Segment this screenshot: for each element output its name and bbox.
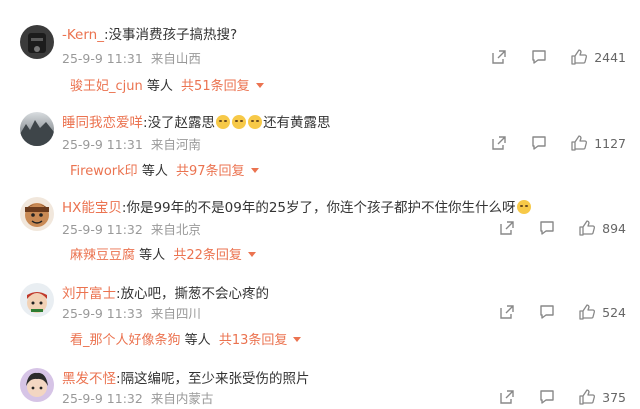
crying-emoji-icon bbox=[248, 115, 263, 129]
thumbs-up-icon[interactable] bbox=[570, 48, 588, 66]
reply-mid: 等人 bbox=[141, 164, 168, 179]
share-icon[interactable] bbox=[490, 48, 508, 66]
comment-text: HX能宝贝:你是99年的不是09年的25岁了，你连个孩子都护不住你生什么呀 bbox=[62, 198, 532, 218]
avatar[interactable] bbox=[20, 25, 54, 59]
share-icon[interactable] bbox=[498, 219, 516, 237]
crying-emoji-icon bbox=[216, 115, 231, 129]
comment-username[interactable]: 睡同我恋爱咩 bbox=[62, 115, 143, 131]
comment-username[interactable]: 黑发不怪 bbox=[62, 371, 116, 387]
reply-summary[interactable]: Firework印 等人 共97条回复 bbox=[70, 162, 259, 182]
like-count: 524 bbox=[602, 304, 626, 320]
thumbs-up-icon[interactable] bbox=[570, 134, 588, 152]
thumbs-up-icon[interactable] bbox=[578, 388, 596, 406]
reply-mid: 等人 bbox=[139, 248, 166, 263]
like-count: 2441 bbox=[594, 49, 626, 65]
reply-total[interactable]: 共22条回复 bbox=[173, 248, 242, 263]
comment-body: 放心吧，撕葱不会心疼的 bbox=[120, 286, 270, 302]
reply-total[interactable]: 共13条回复 bbox=[219, 333, 288, 348]
comment-icon[interactable] bbox=[530, 134, 548, 152]
comment-body: 没事消费孩子搞热搜? bbox=[108, 27, 238, 43]
reply-total[interactable]: 共51条回复 bbox=[181, 79, 250, 94]
comment-time: 25-9-9 11:32 bbox=[62, 222, 143, 237]
chevron-down-icon[interactable] bbox=[293, 337, 302, 342]
share-icon[interactable] bbox=[490, 134, 508, 152]
avatar[interactable] bbox=[20, 283, 54, 317]
reply-username[interactable]: Firework印 bbox=[70, 164, 138, 179]
reply-mid: 等人 bbox=[146, 79, 173, 94]
thumbs-up-icon[interactable] bbox=[578, 219, 596, 237]
chevron-down-icon[interactable] bbox=[247, 252, 256, 257]
like-count: 1127 bbox=[594, 135, 626, 151]
comment-time: 25-9-9 11:33 bbox=[62, 306, 143, 321]
comment-text: 黑发不怪:隔这编呢，至少来张受伤的照片 bbox=[62, 371, 310, 387]
reply-username[interactable]: 麻辣豆豆腐 bbox=[70, 248, 135, 263]
comment-username[interactable]: 刘开富士 bbox=[62, 286, 116, 302]
comment-username[interactable]: -Kern_ bbox=[62, 27, 104, 43]
comment-text: 睡同我恋爱咩:没了赵露思 还有黄露思 bbox=[62, 115, 331, 131]
comment-body: 没了赵露思 bbox=[147, 115, 216, 131]
comment-location: 来自四川 bbox=[150, 306, 201, 321]
comment-time: 25-9-9 11:31 bbox=[62, 51, 143, 66]
comment-location: 来自山西 bbox=[150, 51, 201, 66]
comment-time: 25-9-9 11:31 bbox=[62, 137, 143, 152]
chevron-down-icon[interactable] bbox=[255, 83, 264, 88]
reply-mid: 等人 bbox=[184, 333, 211, 348]
reply-username[interactable]: 骏王妃_cjun bbox=[70, 79, 143, 94]
comment-location: 来自内蒙古 bbox=[150, 391, 214, 406]
emoji-icon bbox=[516, 200, 531, 214]
comment-body: 你是99年的不是09年的25岁了，你连个孩子都护不住你生什么呀 bbox=[126, 200, 516, 216]
comment-actions: 894 bbox=[498, 219, 626, 237]
comment-meta: 25-9-9 11:32 来自内蒙古 bbox=[62, 390, 213, 408]
comment-actions: 375 bbox=[498, 388, 626, 406]
comment-username[interactable]: HX能宝贝 bbox=[62, 200, 122, 216]
comment-icon[interactable] bbox=[530, 48, 548, 66]
reply-total[interactable]: 共97条回复 bbox=[176, 164, 245, 179]
comment-meta: 25-9-9 11:32 来自北京 bbox=[62, 221, 201, 239]
comment-actions: 1127 bbox=[490, 134, 626, 152]
comment-text: -Kern_:没事消费孩子搞热搜? bbox=[62, 27, 238, 43]
like-count: 375 bbox=[602, 389, 626, 405]
share-icon[interactable] bbox=[498, 388, 516, 406]
comment-text: 刘开富士:放心吧，撕葱不会心疼的 bbox=[62, 286, 270, 302]
comment-actions: 524 bbox=[498, 303, 626, 321]
share-icon[interactable] bbox=[498, 303, 516, 321]
crying-emoji-icon bbox=[232, 115, 247, 129]
comment-meta: 25-9-9 11:33 来自四川 bbox=[62, 305, 201, 323]
comment-location: 来自河南 bbox=[150, 137, 201, 152]
comment-meta: 25-9-9 11:31 来自山西 bbox=[62, 50, 201, 68]
reply-username[interactable]: 看_那个人好像条狗 bbox=[70, 333, 181, 348]
comment-icon[interactable] bbox=[538, 388, 556, 406]
comment-time: 25-9-9 11:32 bbox=[62, 391, 143, 406]
avatar[interactable] bbox=[20, 368, 54, 402]
comment-meta: 25-9-9 11:31 来自河南 bbox=[62, 136, 201, 154]
comment-icon[interactable] bbox=[538, 219, 556, 237]
avatar[interactable] bbox=[20, 197, 54, 231]
reply-summary[interactable]: 麻辣豆豆腐 等人 共22条回复 bbox=[70, 246, 256, 266]
comment-location: 来自北京 bbox=[150, 222, 201, 237]
comment-icon[interactable] bbox=[538, 303, 556, 321]
comment-actions: 2441 bbox=[490, 48, 626, 66]
reply-summary[interactable]: 骏王妃_cjun 等人 共51条回复 bbox=[70, 77, 264, 97]
avatar[interactable] bbox=[20, 112, 54, 146]
reply-summary[interactable]: 看_那个人好像条狗 等人 共13条回复 bbox=[70, 331, 302, 351]
chevron-down-icon[interactable] bbox=[250, 168, 259, 173]
like-count: 894 bbox=[602, 220, 626, 236]
thumbs-up-icon[interactable] bbox=[578, 303, 596, 321]
comment-body: 隔这编呢，至少来张受伤的照片 bbox=[120, 371, 310, 387]
comment-body-tail: 还有黄露思 bbox=[263, 115, 331, 131]
